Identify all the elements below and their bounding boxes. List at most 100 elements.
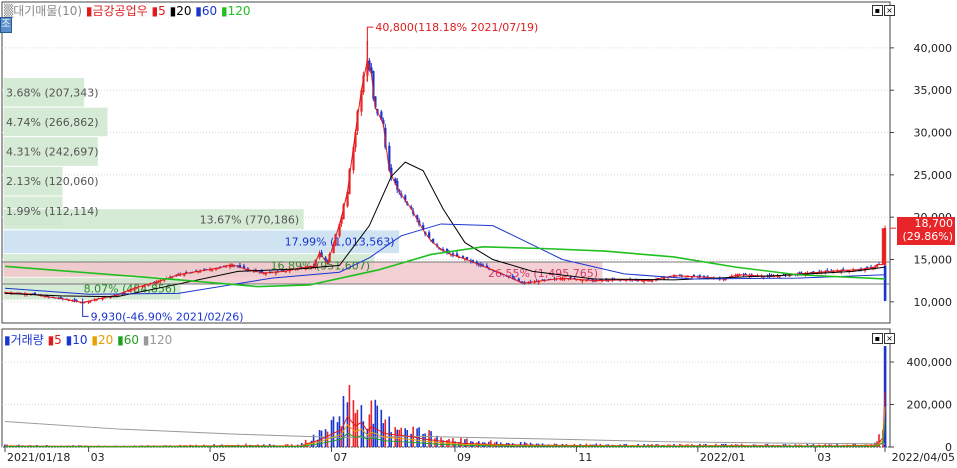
volume-bar xyxy=(428,430,430,447)
volume-profile-label: 26.55% (1,495,765) xyxy=(488,267,598,280)
volume-bar xyxy=(406,429,408,447)
volume-bar xyxy=(376,405,379,447)
volume-title: 거래량 xyxy=(10,333,44,347)
volume-bar xyxy=(424,433,426,447)
volume-bar xyxy=(410,433,412,447)
annotation-high: 40,800(118.18% 2021/07/19) xyxy=(375,21,538,34)
volume-bar xyxy=(418,427,420,447)
security-name: 금강공업우 xyxy=(92,4,148,18)
last-price-label: 18,700 (29.86%) xyxy=(897,217,955,245)
volume-profile-label: 1.99% (112,114) xyxy=(6,205,99,218)
volume-bar xyxy=(366,428,369,447)
side-tab-label: 조 xyxy=(1,19,11,30)
vol-ma-120-line xyxy=(4,421,886,445)
ma-legend-5[interactable]: ▮5 xyxy=(152,4,166,18)
x-tick-label: 2021/01/18 xyxy=(7,451,70,464)
volume-bar xyxy=(368,414,371,447)
volume-bars xyxy=(4,346,887,448)
ma-label: 120 xyxy=(227,4,251,18)
x-tick-label: 03 xyxy=(817,451,831,464)
ma-label: 5 xyxy=(158,4,166,18)
volume-bar xyxy=(400,427,402,447)
volume-bar xyxy=(360,405,363,447)
legend-bar-icon: ▮ xyxy=(91,333,98,347)
volume-legend: ▮거래량 ▮5 ▮10 ▮20 ▮60 ▮120 xyxy=(4,333,172,347)
y-tick-label: 15,000 xyxy=(914,254,953,267)
vol-ma-legend-120[interactable]: ▮120 xyxy=(143,333,173,347)
x-tick-label: 07 xyxy=(334,451,348,464)
y-tick-label: 400,000 xyxy=(907,356,953,369)
ma-label: 60 xyxy=(123,333,139,347)
y-tick-label: 30,000 xyxy=(914,127,953,140)
ma-legend-60[interactable]: ▮60 xyxy=(195,4,217,18)
ma-label: 120 xyxy=(149,333,173,347)
ma-legend-20[interactable]: ▮20 xyxy=(170,4,192,18)
maximize-icon[interactable]: ▪ xyxy=(872,5,883,16)
volume-bar xyxy=(404,428,406,447)
volume-profile-label: 4.31% (242,697) xyxy=(6,146,99,159)
y-tick-label: 10,000 xyxy=(914,296,953,309)
volume-profile-legend: ▒대기매물(10) xyxy=(4,4,83,18)
x-tick-label: 2022/04/05 xyxy=(892,451,955,464)
volume-profile-label: 3.68% (207,343) xyxy=(6,86,99,99)
last-price-value: 18,700 xyxy=(914,217,954,230)
ma-label: 5 xyxy=(54,333,62,347)
vol-ma-legend-60[interactable]: ▮60 xyxy=(117,333,139,347)
volume-bar xyxy=(374,399,377,447)
maximize-icon[interactable]: ▪ xyxy=(872,333,883,344)
x-tick-label: 09 xyxy=(457,451,471,464)
volume-bar xyxy=(430,431,432,447)
last-price-change: (29.86%) xyxy=(902,230,953,243)
ma-label: 20 xyxy=(176,4,192,18)
volume-profile-label: 16.89% (951,607) xyxy=(270,259,370,272)
volume-profile-label: 4.74% (266,862) xyxy=(6,116,99,129)
vol-ma-legend-20[interactable]: ▮20 xyxy=(91,333,113,347)
close-icon[interactable]: × xyxy=(884,333,895,344)
y-tick-label: 25,000 xyxy=(914,169,953,182)
volume-bar xyxy=(422,433,424,447)
volume-bar xyxy=(354,413,357,447)
volume-profile-label: 17.99% (1,013,563) xyxy=(285,236,395,249)
volume-profile-label: 13.67% (770,186) xyxy=(200,213,300,226)
volume-bar xyxy=(318,430,321,447)
x-tick-label: 11 xyxy=(578,451,592,464)
volume-bar xyxy=(356,409,359,447)
vol-ma-legend-10[interactable]: ▮10 xyxy=(66,333,88,347)
legend-bar-icon: ▮ xyxy=(4,333,11,347)
ma-legend-120[interactable]: ▮120 xyxy=(221,4,251,18)
chart-window: 3.68% (207,343) 4.74% (266,862) 4.31% (242… xyxy=(0,0,957,464)
x-tick-label: 03 xyxy=(91,451,105,464)
ma-label: 60 xyxy=(201,4,218,18)
side-tab[interactable]: 조 xyxy=(0,17,12,33)
annotation-leader xyxy=(366,26,374,46)
price-legend: ▒대기매물(10) ▮금강공업우 ▮5 ▮20 ▮60 ▮120 xyxy=(4,4,251,18)
legend-bar-icon: ▮ xyxy=(117,333,124,347)
close-icon[interactable]: × xyxy=(884,5,895,16)
volume-bar xyxy=(332,416,335,447)
volume-bar xyxy=(324,429,327,447)
vol-ma-20-line xyxy=(4,406,886,448)
volume-bar xyxy=(336,422,339,447)
volume-bar xyxy=(370,400,373,447)
vol-ma-5-line xyxy=(4,391,886,447)
x-tick-label: 2022/01 xyxy=(700,451,746,464)
legend-bar-icon: ▮ xyxy=(221,4,228,18)
volume-bar xyxy=(436,435,438,447)
candle xyxy=(883,265,887,301)
legend-bar-icon: ▮ xyxy=(195,4,202,18)
ma-label: 10 xyxy=(72,333,88,347)
volume-bar xyxy=(338,416,341,447)
vol-ma-legend-5[interactable]: ▮5 xyxy=(48,333,62,347)
x-tick-label: 05 xyxy=(212,451,226,464)
y-tick-label: 35,000 xyxy=(914,84,953,97)
volume-bar xyxy=(382,423,385,447)
volume-bar xyxy=(342,396,345,447)
chart-canvas: 3.68% (207,343) 4.74% (266,862) 4.31% (242… xyxy=(1,1,955,464)
volume-bar xyxy=(388,416,391,447)
annotation-low: 9,930(-46.90% 2021/02/26) xyxy=(91,310,244,323)
ma-label: 20 xyxy=(97,333,114,347)
volume-bar xyxy=(380,409,383,447)
volume-profile: 3.68% (207,343) 4.74% (266,862) 4.31% (242… xyxy=(2,76,890,301)
y-tick-label: 40,000 xyxy=(914,42,953,55)
volume-profile-label: 2.13% (120,060) xyxy=(6,175,99,188)
